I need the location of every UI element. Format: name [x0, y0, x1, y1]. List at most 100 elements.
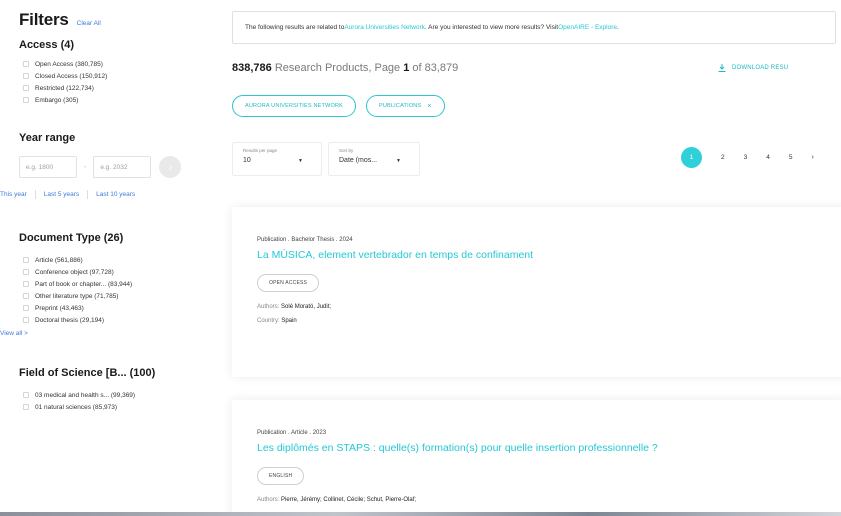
- caret-down-icon: ▼: [396, 157, 401, 164]
- doctype-option[interactable]: Part of book or chapter... (83,944): [23, 278, 215, 290]
- checkbox[interactable]: [23, 85, 29, 91]
- results-per-page-select[interactable]: Results per page 10 ▼: [232, 142, 322, 176]
- filters-title: Filters: [19, 10, 69, 29]
- next-page-icon[interactable]: ›: [812, 154, 814, 161]
- result-title-link[interactable]: La MÚSICA, element vertebrador en temps …: [257, 249, 823, 261]
- access-option-open[interactable]: Open Access (380,785): [23, 58, 215, 70]
- access-option-embargo[interactable]: Embargo (305): [23, 94, 215, 106]
- caret-down-icon: ▼: [298, 157, 303, 164]
- result-country: Country: Spain: [257, 318, 823, 324]
- option-label: Conference object (97,728): [35, 268, 114, 276]
- checkbox[interactable]: [23, 73, 29, 79]
- option-label: Embargo (305): [35, 96, 79, 104]
- select-label: Sort by: [339, 148, 354, 153]
- openaire-explore-link[interactable]: OpenAIRE - Explore: [558, 24, 617, 31]
- divider: [34, 190, 36, 199]
- results-label: Research Products, Page: [271, 62, 404, 74]
- results-main: The following results are related to Aur…: [232, 0, 841, 516]
- page-4-button[interactable]: 4: [766, 154, 770, 161]
- field-of-science-options: 03 medical and health s... (99,369) 01 n…: [19, 389, 215, 413]
- filters-header: Filters Clear All: [19, 10, 215, 30]
- option-label: 03 medical and health s... (99,369): [35, 391, 136, 399]
- checkbox[interactable]: [23, 281, 29, 287]
- result-title-link[interactable]: Les diplômés en STAPS : quelle(s) format…: [257, 442, 823, 454]
- result-meta: Publication . Bachelor Thesis . 2024: [257, 237, 353, 243]
- authors-label: Authors:: [257, 304, 282, 310]
- divider: [87, 190, 89, 199]
- checkbox[interactable]: [23, 293, 29, 299]
- access-filter-title: Access (4): [19, 39, 75, 51]
- checkbox[interactable]: [23, 269, 29, 275]
- document-type-options: Article (561,886) Conference object (97,…: [19, 254, 215, 326]
- view-all-link[interactable]: View all >: [0, 330, 215, 337]
- fos-option[interactable]: 01 natural sciences (85,973): [23, 401, 215, 413]
- fos-option[interactable]: 03 medical and health s... (99,369): [23, 389, 215, 401]
- active-filter-chips: AURORA UNIVERSITIES NETWORK PUBLICATIONS…: [232, 95, 445, 117]
- page-5-button[interactable]: 5: [789, 154, 793, 161]
- chip-publications[interactable]: PUBLICATIONS ×: [366, 95, 445, 117]
- notice-text: .: [617, 24, 619, 31]
- year-range-dash: -: [84, 163, 87, 171]
- year-to-input[interactable]: e.g. 2032: [93, 156, 152, 178]
- checkbox[interactable]: [23, 317, 29, 323]
- checkbox[interactable]: [23, 404, 29, 410]
- this-year-link[interactable]: This year: [0, 191, 27, 198]
- download-results-button[interactable]: DOWNLOAD RESU: [718, 64, 788, 72]
- select-label: Results per page: [243, 148, 278, 153]
- language-badge: ENGLISH: [257, 467, 305, 485]
- option-label: 01 natural sciences (85,973): [35, 403, 118, 411]
- checkbox[interactable]: [23, 392, 29, 398]
- doctype-option[interactable]: Other literature type (71,785): [23, 290, 215, 302]
- checkbox[interactable]: [23, 61, 29, 67]
- download-icon: [718, 64, 726, 72]
- window-bottom-edge: [0, 512, 841, 516]
- chip-label: AURORA UNIVERSITIES NETWORK: [245, 103, 343, 109]
- page-1-button[interactable]: 1: [681, 147, 702, 168]
- access-badge: OPEN ACCESS: [257, 274, 320, 292]
- result-authors: Authors: Solé Morató, Judit;: [257, 304, 823, 310]
- chip-aurora-network[interactable]: AURORA UNIVERSITIES NETWORK: [232, 95, 356, 117]
- result-card: Publication . Article . 2023 Les diplômé…: [232, 400, 841, 516]
- select-value: Date (mos...: [339, 157, 378, 164]
- results-summary: 838,786 Research Products, Page 1 of 83,…: [232, 62, 458, 74]
- related-results-notice: The following results are related to Aur…: [232, 11, 836, 44]
- doctype-option[interactable]: Preprint (43,463): [23, 302, 215, 314]
- access-options: Open Access (380,785) Closed Access (150…: [19, 58, 215, 106]
- option-label: Closed Access (150,912): [35, 72, 108, 80]
- chevron-right-icon: ›: [168, 161, 173, 173]
- aurora-network-link[interactable]: Aurora Universities Network: [344, 24, 425, 31]
- checkbox[interactable]: [23, 257, 29, 263]
- option-label: Open Access (380,785): [35, 60, 103, 68]
- doctype-option[interactable]: Conference object (97,728): [23, 266, 215, 278]
- authors-value: Solé Morató, Judit;: [281, 304, 332, 310]
- clear-all-link[interactable]: Clear All: [77, 20, 101, 27]
- checkbox[interactable]: [23, 97, 29, 103]
- total-pages: of 83,879: [409, 62, 459, 74]
- option-label: Part of book or chapter... (83,944): [35, 280, 133, 288]
- field-of-science-title: Field of Science [B... (100): [19, 367, 156, 379]
- page-3-button[interactable]: 3: [744, 154, 748, 161]
- checkbox[interactable]: [23, 305, 29, 311]
- authors-value: Pierre, Jérémy; Collinet, Cécile; Schut,…: [281, 497, 417, 503]
- year-from-input[interactable]: e.g. 1800: [19, 156, 77, 178]
- access-option-restricted[interactable]: Restricted (122,734): [23, 82, 215, 94]
- page-2-button[interactable]: 2: [721, 154, 725, 161]
- option-label: Preprint (43,463): [35, 304, 84, 312]
- results-count: 838,786: [232, 62, 272, 74]
- last-5-years-link[interactable]: Last 5 years: [44, 191, 79, 198]
- year-range-inputs: e.g. 1800 - e.g. 2032 ›: [19, 156, 215, 178]
- option-label: Restricted (122,734): [35, 84, 94, 92]
- doctype-option[interactable]: Doctoral thesis (29,194): [23, 314, 215, 326]
- notice-text: The following results are related to: [245, 24, 345, 31]
- pagination: 1 2 3 4 5 ›: [681, 147, 814, 168]
- result-meta: Publication . Article . 2023: [257, 430, 327, 436]
- close-icon[interactable]: ×: [427, 103, 431, 110]
- chip-label: PUBLICATIONS: [379, 103, 422, 109]
- doctype-option[interactable]: Article (561,886): [23, 254, 215, 266]
- last-10-years-link[interactable]: Last 10 years: [96, 191, 135, 198]
- option-label: Other literature type (71,785): [35, 292, 119, 300]
- access-option-closed[interactable]: Closed Access (150,912): [23, 70, 215, 82]
- country-label: Country:: [257, 318, 282, 324]
- sort-by-select[interactable]: Sort by Date (mos... ▼: [328, 142, 420, 176]
- year-apply-button[interactable]: ›: [159, 156, 182, 178]
